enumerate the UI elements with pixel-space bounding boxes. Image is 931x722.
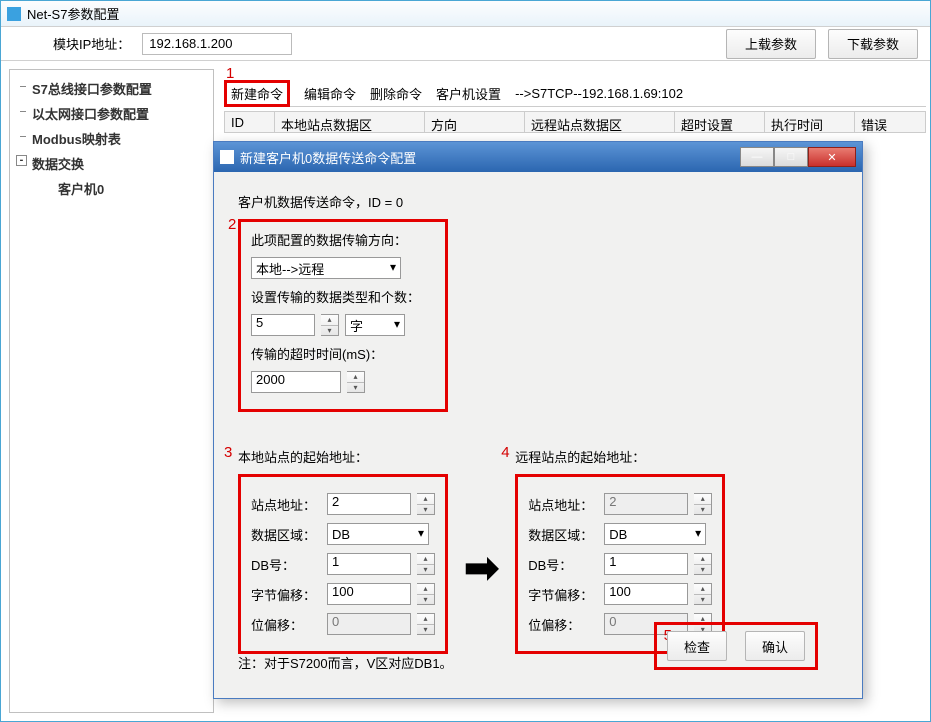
dialog-footer: 检查 确认 xyxy=(654,622,818,670)
r-byte-input[interactable]: 100 xyxy=(604,583,688,605)
type-unit-select[interactable]: 字 xyxy=(345,314,405,336)
th-exec: 执行时间 xyxy=(765,112,855,132)
r-area-label: 数据区域： xyxy=(528,525,598,544)
window-title: Net-S7参数配置 xyxy=(27,4,119,23)
local-address-section: 3 本地站点的起始地址： 站点地址： 2 ▴▾ 数据区域： DB DB号： 1 … xyxy=(238,426,448,668)
th-local: 本地站点数据区 xyxy=(275,112,425,132)
th-dir: 方向 xyxy=(425,112,525,132)
dialog-body: 客户机数据传送命令，ID = 0 2 此项配置的数据传输方向： 本地-->远程 … xyxy=(214,172,862,698)
timeout-label: 传输的超时时间(mS)： xyxy=(251,344,435,363)
cmd-path: -->S7TCP--192.168.1.69:102 xyxy=(515,86,683,101)
r-byte-spin[interactable]: ▴▾ xyxy=(694,583,712,605)
tree-client0[interactable]: 客户机0 xyxy=(14,176,209,201)
download-button[interactable]: 下载参数 xyxy=(828,29,918,59)
maximize-button[interactable]: □ xyxy=(774,147,808,167)
dialog-title: 新建客户机0数据传送命令配置 xyxy=(240,148,416,167)
th-timeout: 超时设置 xyxy=(675,112,765,132)
l-db-label: DB号： xyxy=(251,555,321,574)
type-count-input[interactable]: 5 xyxy=(251,314,315,336)
r-station-input: 2 xyxy=(604,493,688,515)
cmd-delete[interactable]: 删除命令 xyxy=(370,84,422,103)
l-bit-label: 位偏移： xyxy=(251,615,321,634)
dialog-heading: 客户机数据传送命令，ID = 0 xyxy=(238,192,838,211)
l-db-spin[interactable]: ▴▾ xyxy=(417,553,435,575)
ip-label: 模块IP地址： xyxy=(53,34,130,53)
app-icon xyxy=(7,7,21,21)
tree-dataswap-label: 数据交换 xyxy=(32,157,84,172)
r-db-label: DB号： xyxy=(528,555,598,574)
r-area-select[interactable]: DB xyxy=(604,523,706,545)
l-byte-input[interactable]: 100 xyxy=(327,583,411,605)
upload-button[interactable]: 上载参数 xyxy=(726,29,816,59)
tree-ethernet[interactable]: 以太网接口参数配置 xyxy=(14,101,209,126)
r-station-label: 站点地址： xyxy=(528,495,598,514)
ip-input[interactable]: 192.168.1.200 xyxy=(142,33,292,55)
ok-button[interactable]: 确认 xyxy=(745,631,805,661)
close-button[interactable]: ✕ xyxy=(808,147,856,167)
l-byte-label: 字节偏移： xyxy=(251,585,321,604)
r-db-input[interactable]: 1 xyxy=(604,553,688,575)
annotation-2: 2 xyxy=(228,216,236,233)
th-remote: 远程站点数据区 xyxy=(525,112,675,132)
l-area-label: 数据区域： xyxy=(251,525,321,544)
r-byte-label: 字节偏移： xyxy=(528,585,598,604)
tree-modbus[interactable]: Modbus映射表 xyxy=(14,126,209,151)
cmd-client-settings[interactable]: 客户机设置 xyxy=(436,84,501,103)
r-station-spin: ▴▾ xyxy=(694,493,712,515)
l-bit-input: 0 xyxy=(327,613,411,635)
dialog-icon xyxy=(220,150,234,164)
l-station-spin[interactable]: ▴▾ xyxy=(417,493,435,515)
cmd-new[interactable]: 新建命令 xyxy=(224,80,290,107)
type-label: 设置传输的数据类型和个数： xyxy=(251,287,435,306)
r-bit-label: 位偏移： xyxy=(528,615,598,634)
local-heading: 本地站点的起始地址： xyxy=(238,447,448,466)
l-bit-spin: ▴▾ xyxy=(417,613,435,635)
l-byte-spin[interactable]: ▴▾ xyxy=(417,583,435,605)
local-frame: 站点地址： 2 ▴▾ 数据区域： DB DB号： 1 ▴▾ 字节偏移： 100 … xyxy=(238,474,448,654)
th-err: 错误 xyxy=(855,112,925,132)
tree-toggle-icon[interactable]: - xyxy=(16,155,27,166)
dialog-titlebar: 新建客户机0数据传送命令配置 — □ ✕ xyxy=(214,142,862,172)
remote-heading: 远程站点的起始地址： xyxy=(515,447,725,466)
window-buttons: — □ ✕ xyxy=(740,147,856,167)
arrow-icon: ➡ xyxy=(464,543,499,592)
new-command-dialog: 新建客户机0数据传送命令配置 — □ ✕ 客户机数据传送命令，ID = 0 2 … xyxy=(213,141,863,699)
tree-s7bus[interactable]: S7总线接口参数配置 xyxy=(14,76,209,101)
annotation-3: 3 xyxy=(224,444,232,461)
l-area-select[interactable]: DB xyxy=(327,523,429,545)
section-transfer-config: 此项配置的数据传输方向： 本地-->远程 设置传输的数据类型和个数： 5 ▴▾ … xyxy=(238,219,448,412)
timeout-spinner[interactable]: ▴▾ xyxy=(347,371,365,393)
r-db-spin[interactable]: ▴▾ xyxy=(694,553,712,575)
l-station-input[interactable]: 2 xyxy=(327,493,411,515)
cmd-edit[interactable]: 编辑命令 xyxy=(304,84,356,103)
command-table-header: ID 本地站点数据区 方向 远程站点数据区 超时设置 执行时间 错误 xyxy=(224,111,926,133)
sidebar-tree: S7总线接口参数配置 以太网接口参数配置 Modbus映射表 - 数据交换 客户… xyxy=(9,69,214,713)
l-db-input[interactable]: 1 xyxy=(327,553,411,575)
tree-dataswap[interactable]: - 数据交换 xyxy=(14,151,209,176)
main-window: Net-S7参数配置 模块IP地址： 192.168.1.200 上载参数 下载… xyxy=(0,0,931,722)
check-button[interactable]: 检查 xyxy=(667,631,727,661)
direction-label: 此项配置的数据传输方向： xyxy=(251,230,435,249)
direction-select[interactable]: 本地-->远程 xyxy=(251,257,401,279)
dialog-note: 注：对于S7200而言，V区对应DB1。 xyxy=(238,653,453,672)
command-toolbar: 新建命令 编辑命令 删除命令 客户机设置 -->S7TCP--192.168.1… xyxy=(224,83,926,107)
timeout-input[interactable]: 2000 xyxy=(251,371,341,393)
type-count-spinner[interactable]: ▴▾ xyxy=(321,314,339,336)
window-titlebar: Net-S7参数配置 xyxy=(1,1,930,27)
l-station-label: 站点地址： xyxy=(251,495,321,514)
th-id: ID xyxy=(225,112,275,132)
minimize-button[interactable]: — xyxy=(740,147,774,167)
annotation-4: 4 xyxy=(501,444,509,461)
address-bar: 模块IP地址： 192.168.1.200 上载参数 下载参数 xyxy=(1,27,930,61)
